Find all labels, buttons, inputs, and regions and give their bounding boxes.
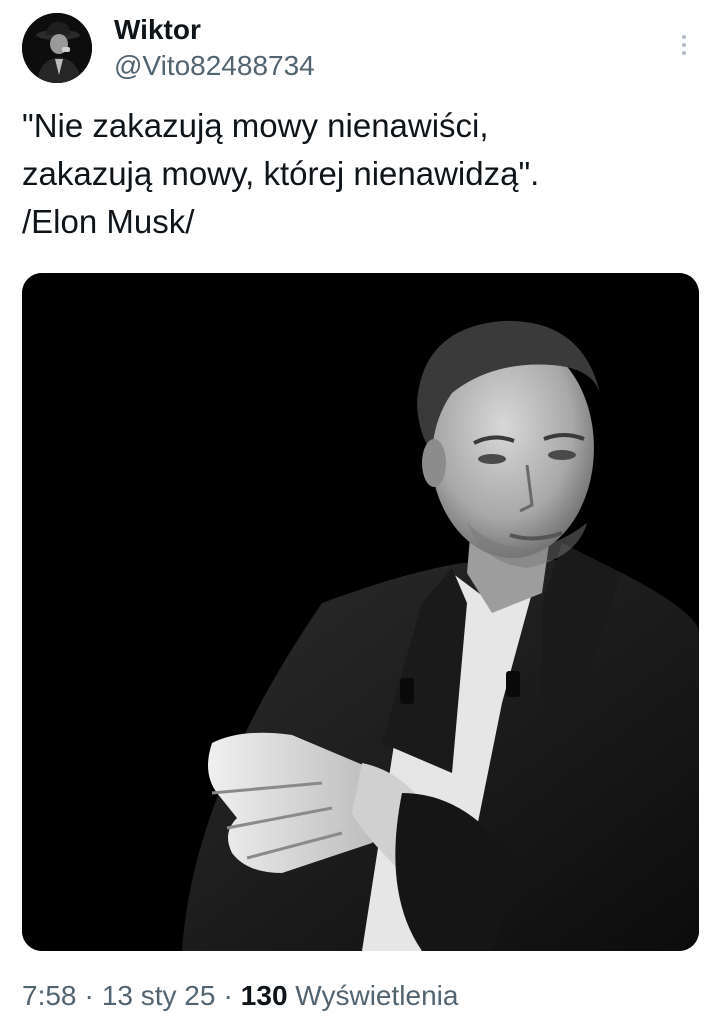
user-handle[interactable]: @Vito82488734 [114,49,315,83]
more-dot [682,35,686,39]
more-options-icon[interactable] [670,25,698,65]
tweet: Wiktor @Vito82488734 "Nie zakazują mowy … [0,0,720,1024]
separator: · [223,980,233,1011]
display-name[interactable]: Wiktor [114,13,201,47]
avatar-man-in-hat-icon [22,13,92,83]
tweet-text-line: /Elon Musk/ [22,203,195,240]
tweet-text: "Nie zakazują mowy nienawiści, zakazują … [22,102,698,246]
portrait-photo [22,273,699,951]
separator: · [84,980,94,1011]
views-label: Wyświetlenia [295,980,459,1011]
tweet-time[interactable]: 7:58 [22,980,77,1011]
tweet-text-line: zakazują mowy, której nienawidzą". [22,155,540,192]
tweet-photo[interactable] [22,273,699,951]
more-dot [682,51,686,55]
more-dot [682,43,686,47]
views-count: 130 [240,980,288,1011]
tweet-header: Wiktor @Vito82488734 [22,13,698,85]
tweet-date[interactable]: 13 sty 25 [102,980,216,1011]
tweet-text-line: "Nie zakazują mowy nienawiści, [22,107,489,144]
avatar[interactable] [22,13,92,83]
tweet-meta: 7:58 · 13 sty 25 · 130 Wyświetlenia [22,976,458,1016]
